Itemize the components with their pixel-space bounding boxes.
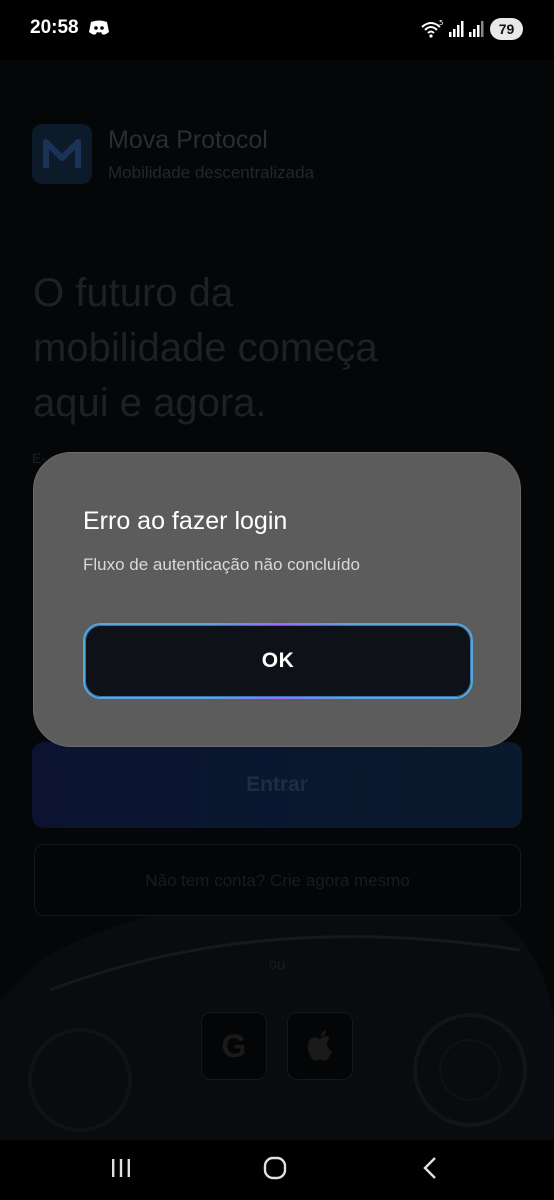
dialog-title: Erro ao fazer login [83, 507, 288, 535]
ok-button[interactable]: OK [83, 623, 473, 699]
app-tagline: Mobilidade descentralizada [108, 163, 315, 182]
status-time: 20:58 [30, 17, 79, 38]
home-icon[interactable] [263, 1156, 287, 1180]
hero-line: O futuro da [33, 271, 234, 315]
status-bar: 20:58 5 79 [0, 0, 554, 60]
hero-line: aqui e agora. [33, 381, 267, 425]
svg-text:5: 5 [439, 19, 443, 27]
error-dialog: Erro ao fazer login Fluxo de autenticaçã… [33, 452, 521, 747]
recent-apps-icon[interactable] [110, 1157, 132, 1179]
ok-glow-bottom [205, 697, 355, 699]
ok-glow-top [205, 623, 355, 625]
or-divider: ou [268, 956, 286, 973]
apple-icon [307, 1030, 332, 1061]
google-login-button[interactable]: G [201, 1012, 267, 1080]
hero-headline: O futuro da mobilidade começa aqui e ago… [33, 266, 513, 431]
google-icon: G [221, 1027, 247, 1064]
hero-line: mobilidade começa [33, 326, 378, 370]
ok-label: OK [261, 649, 295, 672]
signal-icon [449, 21, 464, 37]
discord-icon [89, 20, 109, 35]
apple-login-button[interactable] [287, 1012, 353, 1080]
signup-button[interactable]: Não tem conta? Crie agora mesmo [34, 844, 521, 916]
wifi-icon: 5 [421, 19, 443, 38]
battery-indicator: 79 [490, 18, 523, 40]
navigation-bar [0, 1140, 554, 1200]
login-button[interactable]: Entrar [32, 742, 522, 828]
dialog-message: Fluxo de autenticação não concluído [83, 555, 360, 574]
app-name: Mova Protocol [108, 126, 268, 154]
signal-icon [469, 21, 484, 37]
back-icon[interactable] [421, 1156, 439, 1180]
app-logo [32, 124, 92, 184]
